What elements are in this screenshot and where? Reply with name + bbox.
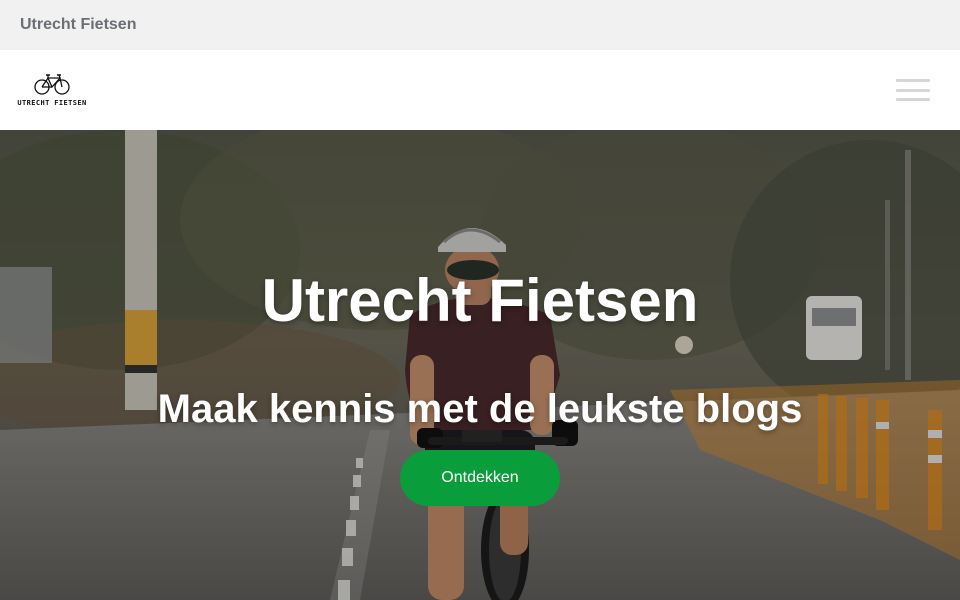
hero-subtitle: Maak kennis met de leukste blogs [157, 387, 803, 431]
hero-title: Utrecht Fietsen [261, 267, 699, 334]
hero-content: Utrecht Fietsen Maak kennis met de leuks… [0, 130, 960, 600]
site-logo[interactable]: UTRECHT FIETSEN [17, 73, 86, 107]
discover-button[interactable]: Ontdekken [400, 450, 560, 506]
hamburger-menu-icon[interactable] [896, 79, 930, 101]
logo-text: UTRECHT FIETSEN [17, 99, 87, 107]
hamburger-line [896, 79, 930, 82]
top-bar: Utrecht Fietsen [0, 0, 960, 50]
hamburger-line [896, 98, 930, 101]
hamburger-line [896, 88, 930, 92]
site-title[interactable]: Utrecht Fietsen [20, 16, 136, 34]
hero-banner: Utrecht Fietsen Maak kennis met de leuks… [0, 130, 960, 600]
navbar: UTRECHT FIETSEN [0, 50, 960, 130]
bicycle-icon [34, 74, 70, 95]
